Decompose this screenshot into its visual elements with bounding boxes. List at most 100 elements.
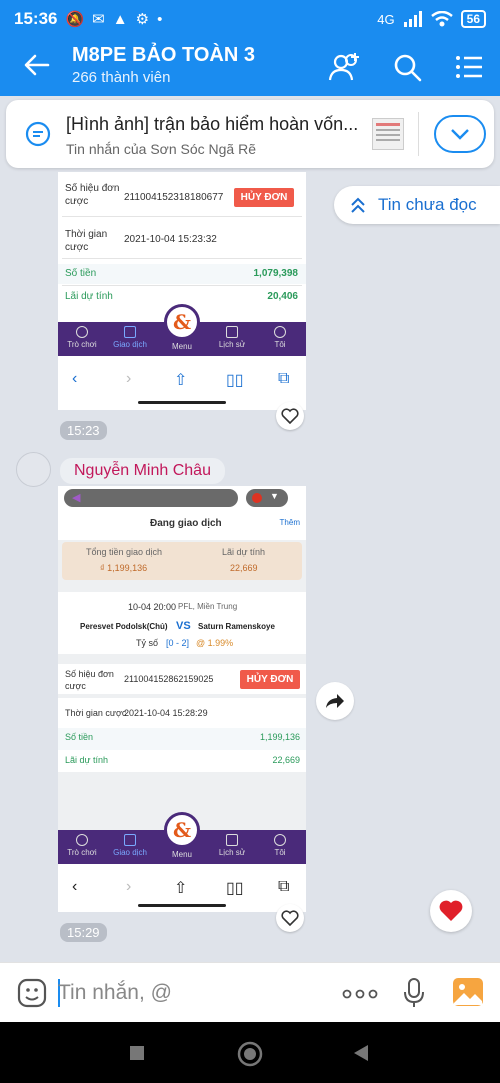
- microphone-icon[interactable]: [402, 977, 426, 1009]
- reaction-heart-button[interactable]: [430, 890, 472, 932]
- expand-pinned-button[interactable]: [434, 115, 486, 153]
- order-label: Số hiệu đơn cược: [65, 669, 114, 691]
- app-logo: &: [164, 304, 200, 340]
- pinned-title: [Hình ảnh] trận bảo hiểm hoàn vốn...: [66, 114, 358, 134]
- mute-icon: 🔕: [65, 11, 85, 28]
- image-message-1[interactable]: Số hiệu đơn cược 211004152318180677 HỦY …: [58, 172, 306, 410]
- amount-value: 1,079,398: [253, 268, 299, 279]
- image-message-2[interactable]: ◀ ▼ Đang giao dịch Thêm Tổng tiền giao d…: [58, 486, 306, 912]
- like-button-2[interactable]: [276, 904, 304, 932]
- time-value: 2021-10-04 15:23:32: [124, 234, 217, 245]
- search-icon[interactable]: [390, 50, 424, 84]
- history-icon: [226, 326, 238, 338]
- home-team: Peresvet Podolsk(Chủ): [80, 622, 168, 631]
- message-timestamp-2: 15:29: [60, 923, 107, 942]
- forward-button[interactable]: [316, 682, 354, 720]
- flag-icon: [252, 493, 262, 503]
- profit-value: 20,406: [267, 291, 298, 302]
- order-id: 211004152862159025: [124, 674, 214, 684]
- more-options-icon[interactable]: [342, 989, 378, 999]
- recent-apps-icon[interactable]: [128, 1044, 146, 1062]
- home-icon[interactable]: [237, 1041, 263, 1067]
- heart-filled-icon: [439, 900, 463, 921]
- heart-outline-icon: [281, 910, 299, 926]
- sticker-icon[interactable]: [16, 977, 48, 1009]
- panel-title: Đang giao dịch: [150, 518, 222, 529]
- message-input[interactable]: Tin nhắn, @: [58, 981, 172, 1005]
- time-label: Thời gian cược: [65, 708, 127, 718]
- add-member-icon[interactable]: [328, 50, 362, 84]
- announcement-bar: ◀: [64, 489, 238, 507]
- match-card: 10-04 20:00 PFL, Miền Trung Peresvet Pod…: [58, 592, 306, 654]
- menu-list-icon[interactable]: [452, 50, 486, 84]
- score-value: [0 - 2]: [166, 638, 190, 648]
- transactions-icon: [124, 326, 136, 338]
- status-bar: 15:36 🔕 ✉ ▲ ⚙ • 4G 56: [0, 0, 500, 38]
- total-value: ₫ 1,199,136: [100, 563, 148, 573]
- nav-games: Trò chơi: [67, 848, 97, 857]
- group-title[interactable]: M8PE BẢO TOÀN 3: [72, 44, 255, 67]
- summary-panel: Tổng tiền giao dịch ₫ 1,199,136 Lãi dự t…: [62, 542, 302, 580]
- signal-icon: [403, 11, 422, 27]
- app-nav-bar: Trò chơi Giao dịch Menu Lịch sử Tôi &: [58, 812, 306, 864]
- browser-forward-icon: ›: [126, 878, 132, 895]
- pinned-message[interactable]: [Hình ảnh] trận bảo hiểm hoàn vốn... Tin…: [6, 100, 494, 168]
- nav-menu: Menu: [171, 342, 192, 351]
- member-count[interactable]: 266 thành viên: [72, 69, 170, 86]
- app-nav-bar: Trò chơi Giao dịch Menu Lịch sử Tôi &: [58, 304, 306, 356]
- settings-icon: ⚙: [135, 11, 150, 28]
- nav-profile: Tôi: [274, 848, 286, 857]
- total-label: Tổng tiền giao dịch: [86, 547, 163, 557]
- browser-bookmarks-icon: ▯▯: [226, 880, 244, 897]
- games-icon: [76, 834, 88, 846]
- history-icon: [226, 834, 238, 846]
- back-triangle-icon[interactable]: [352, 1043, 370, 1063]
- back-arrow-icon[interactable]: [22, 50, 52, 80]
- profit-label: Lãi dự tính: [65, 755, 109, 765]
- browser-back-icon: ‹: [72, 370, 78, 387]
- league-name: PFL, Miền Trung: [178, 602, 238, 611]
- browser-share-icon: ⇧: [174, 880, 188, 897]
- system-nav-bar: [0, 1022, 500, 1083]
- like-button-1[interactable]: [276, 402, 304, 430]
- double-chevron-up-icon: [351, 197, 365, 213]
- time-label: Thời gian cược: [65, 229, 108, 253]
- status-time: 15:36: [14, 9, 58, 28]
- share-arrow-icon: [326, 694, 344, 708]
- nav-history: Lịch sử: [218, 848, 246, 857]
- cancel-order-button: HỦY ĐƠN: [240, 670, 300, 689]
- profit-label: Lãi dự tính: [65, 291, 113, 302]
- sender-avatar[interactable]: [16, 452, 51, 487]
- browser-toolbar: ‹ › ⇧ ▯▯ ⧉: [58, 356, 306, 406]
- browser-tabs-icon: ⧉: [278, 878, 290, 895]
- cancel-order-button: HỦY ĐƠN: [234, 188, 294, 207]
- chevron-down-icon: [451, 129, 469, 140]
- image-gallery-icon[interactable]: [452, 977, 484, 1007]
- dot-icon: •: [157, 10, 163, 28]
- amount-label: Số tiền: [65, 268, 97, 279]
- sender-name[interactable]: Nguyễn Minh Châu: [60, 458, 225, 484]
- vs-label: VS: [176, 620, 191, 632]
- speaker-icon: ◀: [72, 492, 81, 504]
- odds-value: @ 1.99%: [196, 638, 234, 648]
- summary-profit-value: 22,669: [230, 563, 258, 573]
- order-id: 211004152318180677: [124, 192, 224, 203]
- dropdown-icon: ▼: [270, 491, 279, 501]
- unread-messages-button[interactable]: Tin chưa đọc: [334, 186, 500, 224]
- order-label: Số hiệu đơn cược: [65, 183, 120, 207]
- chat-header: M8PE BẢO TOÀN 3 266 thành viên: [0, 38, 500, 96]
- app-logo: &: [164, 812, 200, 848]
- time-value: 2021-10-04 15:28:29: [124, 708, 208, 718]
- nav-menu: Menu: [171, 850, 192, 859]
- nav-history: Lịch sử: [218, 340, 246, 349]
- summary-profit-label: Lãi dự tính: [222, 547, 266, 557]
- browser-bookmarks-icon: ▯▯: [226, 372, 244, 389]
- wifi-icon: [430, 11, 453, 27]
- pinned-subtitle: Tin nhắn của Sơn Sóc Ngã Rẽ: [66, 141, 256, 157]
- profile-icon: [274, 834, 286, 846]
- battery-indicator: 56: [460, 10, 486, 28]
- browser-back-icon: ‹: [72, 878, 78, 895]
- score-label: Tỷ số: [136, 638, 159, 648]
- profit-value: 22,669: [272, 755, 300, 765]
- chat-bubble-icon: [25, 121, 51, 147]
